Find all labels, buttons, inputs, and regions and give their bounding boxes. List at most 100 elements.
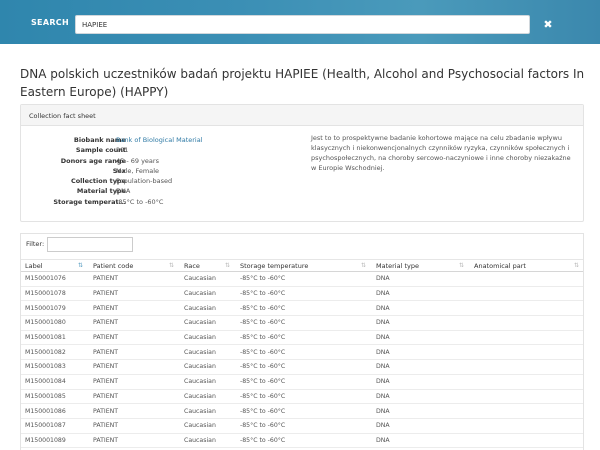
cell-anatomical-part bbox=[470, 330, 583, 346]
column-header-label[interactable]: Label ⇅ bbox=[21, 259, 89, 272]
column-header-text: Storage temperature bbox=[240, 261, 309, 270]
cell-patient-code: PATIENT bbox=[89, 403, 180, 419]
cell-label: M150001087 bbox=[21, 418, 89, 434]
cell-race: Caucasian bbox=[180, 271, 236, 287]
cell-anatomical-part bbox=[470, 300, 583, 317]
cell-storage-temperature: -85°C to -60°C bbox=[236, 374, 372, 390]
fact-sheet-header: Collection fact sheet bbox=[21, 105, 583, 126]
top-search-bar: SEARCH ✖ bbox=[0, 0, 600, 44]
sort-icon: ⇅ bbox=[224, 262, 230, 269]
cell-anatomical-part bbox=[470, 271, 583, 287]
column-header-race[interactable]: Race ⇅ bbox=[180, 259, 236, 272]
fact-row-collection-type: Collection type Population-based bbox=[21, 176, 291, 186]
cell-storage-temperature: -85°C to -60°C bbox=[236, 271, 372, 287]
cell-material-type: DNA bbox=[372, 315, 470, 331]
cell-patient-code: PATIENT bbox=[89, 359, 180, 375]
sort-ascending-icon: ⇅ bbox=[77, 262, 83, 269]
column-header-text: Material type bbox=[376, 261, 419, 270]
cell-material-type: DNA bbox=[372, 403, 470, 419]
cell-anatomical-part bbox=[470, 418, 583, 434]
cell-race: Caucasian bbox=[180, 389, 236, 405]
column-header-storage-temperature[interactable]: Storage temperature ⇅ bbox=[236, 259, 372, 272]
column-header-anatomical-part[interactable]: Anatomical part ⇅ bbox=[470, 259, 583, 272]
cell-anatomical-part bbox=[470, 403, 583, 419]
cell-race: Caucasian bbox=[180, 403, 236, 419]
cell-label: M150001089 bbox=[21, 433, 89, 449]
table-row[interactable]: M150001079 PATIENT Caucasian -85°C to -60°C… bbox=[21, 300, 583, 317]
cell-label: M150001083 bbox=[21, 359, 89, 375]
fact-row-sex: Sex Male, Female bbox=[21, 166, 291, 176]
cell-storage-temperature: -85°C to -60°C bbox=[236, 433, 372, 449]
cell-storage-temperature: -85°C to -60°C bbox=[236, 344, 372, 361]
cell-race: Caucasian bbox=[180, 300, 236, 317]
sort-icon: ⇅ bbox=[573, 262, 579, 269]
close-icon[interactable]: ✖ bbox=[541, 18, 555, 32]
cell-material-type: DNA bbox=[372, 418, 470, 434]
samples-table: Label ⇅ Patient code ⇅ Race ⇅ Storage tempe… bbox=[21, 259, 583, 449]
fact-value: 45 - 69 years bbox=[116, 156, 159, 165]
cell-label: M150001084 bbox=[21, 374, 89, 390]
column-header-text: Race bbox=[184, 261, 200, 270]
cell-label: M150001081 bbox=[21, 330, 89, 346]
table-row[interactable]: M150001080 PATIENT Caucasian -85°C to -60°C… bbox=[21, 315, 583, 331]
cell-race: Caucasian bbox=[180, 330, 236, 346]
cell-anatomical-part bbox=[470, 315, 583, 331]
page-title: DNA polskich uczestników badań projektu … bbox=[20, 67, 585, 99]
collection-fact-sheet: Collection fact sheet Biobank name Bank … bbox=[20, 104, 584, 222]
biobank-name-link[interactable]: Bank of Biological Material bbox=[116, 135, 203, 145]
cell-anatomical-part bbox=[470, 389, 583, 405]
table-row[interactable]: M150001083 PATIENT Caucasian -85°C to -60°C… bbox=[21, 359, 583, 375]
search-input[interactable] bbox=[75, 15, 530, 34]
cell-storage-temperature: -85°C to -60°C bbox=[236, 330, 372, 346]
table-row[interactable]: M150001089 PATIENT Caucasian -85°C to -60°C… bbox=[21, 433, 583, 449]
table-row[interactable]: M150001087 PATIENT Caucasian -85°C to -60°C… bbox=[21, 418, 583, 434]
table-row[interactable]: M150001086 PATIENT Caucasian -85°C to -60°C… bbox=[21, 403, 583, 419]
cell-label: M150001085 bbox=[21, 389, 89, 405]
cell-race: Caucasian bbox=[180, 286, 236, 302]
cell-race: Caucasian bbox=[180, 315, 236, 331]
filter-label: Filter: bbox=[26, 240, 45, 248]
fact-row-donors-age-range: Donors age range 45 - 69 years bbox=[21, 156, 291, 166]
table-row[interactable]: M150001085 PATIENT Caucasian -85°C to -60°C… bbox=[21, 389, 583, 405]
cell-storage-temperature: -85°C to -60°C bbox=[236, 315, 372, 331]
cell-material-type: DNA bbox=[372, 389, 470, 405]
column-header-material-type[interactable]: Material type ⇅ bbox=[372, 259, 470, 272]
fact-value: Population-based bbox=[116, 177, 173, 186]
cell-patient-code: PATIENT bbox=[89, 374, 180, 390]
column-header-text: Anatomical part bbox=[474, 261, 526, 270]
cell-race: Caucasian bbox=[180, 344, 236, 361]
table-row[interactable]: M150001076 PATIENT Caucasian -85°C to -60°C… bbox=[21, 271, 583, 287]
fact-value: -85°C to -60°C bbox=[116, 197, 164, 206]
table-row[interactable]: M150001081 PATIENT Caucasian -85°C to -60°C… bbox=[21, 330, 583, 346]
table-row[interactable]: M150001078 PATIENT Caucasian -85°C to -60°C… bbox=[21, 286, 583, 302]
fact-row-storage-temperature: Storage temperat... -85°C to -60°C bbox=[21, 197, 291, 207]
search-label: SEARCH bbox=[31, 18, 69, 27]
table-body: M150001076 PATIENT Caucasian -85°C to -60°C… bbox=[21, 271, 583, 449]
fact-list: Biobank name Bank of Biological Material… bbox=[21, 135, 291, 207]
column-header-text: Patient code bbox=[93, 261, 134, 270]
cell-storage-temperature: -85°C to -60°C bbox=[236, 286, 372, 302]
cell-patient-code: PATIENT bbox=[89, 286, 180, 302]
cell-label: M150001080 bbox=[21, 315, 89, 331]
column-header-text: Label bbox=[25, 261, 43, 270]
cell-race: Caucasian bbox=[180, 359, 236, 375]
cell-material-type: DNA bbox=[372, 359, 470, 375]
fact-value: 201 bbox=[116, 146, 129, 155]
collection-description: Jest to to prospektywne badanie kohortow… bbox=[311, 134, 571, 172]
sort-icon: ⇅ bbox=[458, 262, 464, 269]
cell-material-type: DNA bbox=[372, 286, 470, 302]
cell-race: Caucasian bbox=[180, 374, 236, 390]
cell-patient-code: PATIENT bbox=[89, 418, 180, 434]
cell-label: M150001082 bbox=[21, 344, 89, 361]
cell-material-type: DNA bbox=[372, 271, 470, 287]
column-header-patient-code[interactable]: Patient code ⇅ bbox=[89, 259, 180, 272]
cell-material-type: DNA bbox=[372, 330, 470, 346]
cell-storage-temperature: -85°C to -60°C bbox=[236, 300, 372, 317]
cell-anatomical-part bbox=[470, 374, 583, 390]
cell-storage-temperature: -85°C to -60°C bbox=[236, 403, 372, 419]
cell-storage-temperature: -85°C to -60°C bbox=[236, 389, 372, 405]
table-row[interactable]: M150001084 PATIENT Caucasian -85°C to -60°C… bbox=[21, 374, 583, 390]
filter-input[interactable] bbox=[47, 237, 133, 252]
cell-anatomical-part bbox=[470, 433, 583, 449]
table-row[interactable]: M150001082 PATIENT Caucasian -85°C to -60°C… bbox=[21, 344, 583, 361]
